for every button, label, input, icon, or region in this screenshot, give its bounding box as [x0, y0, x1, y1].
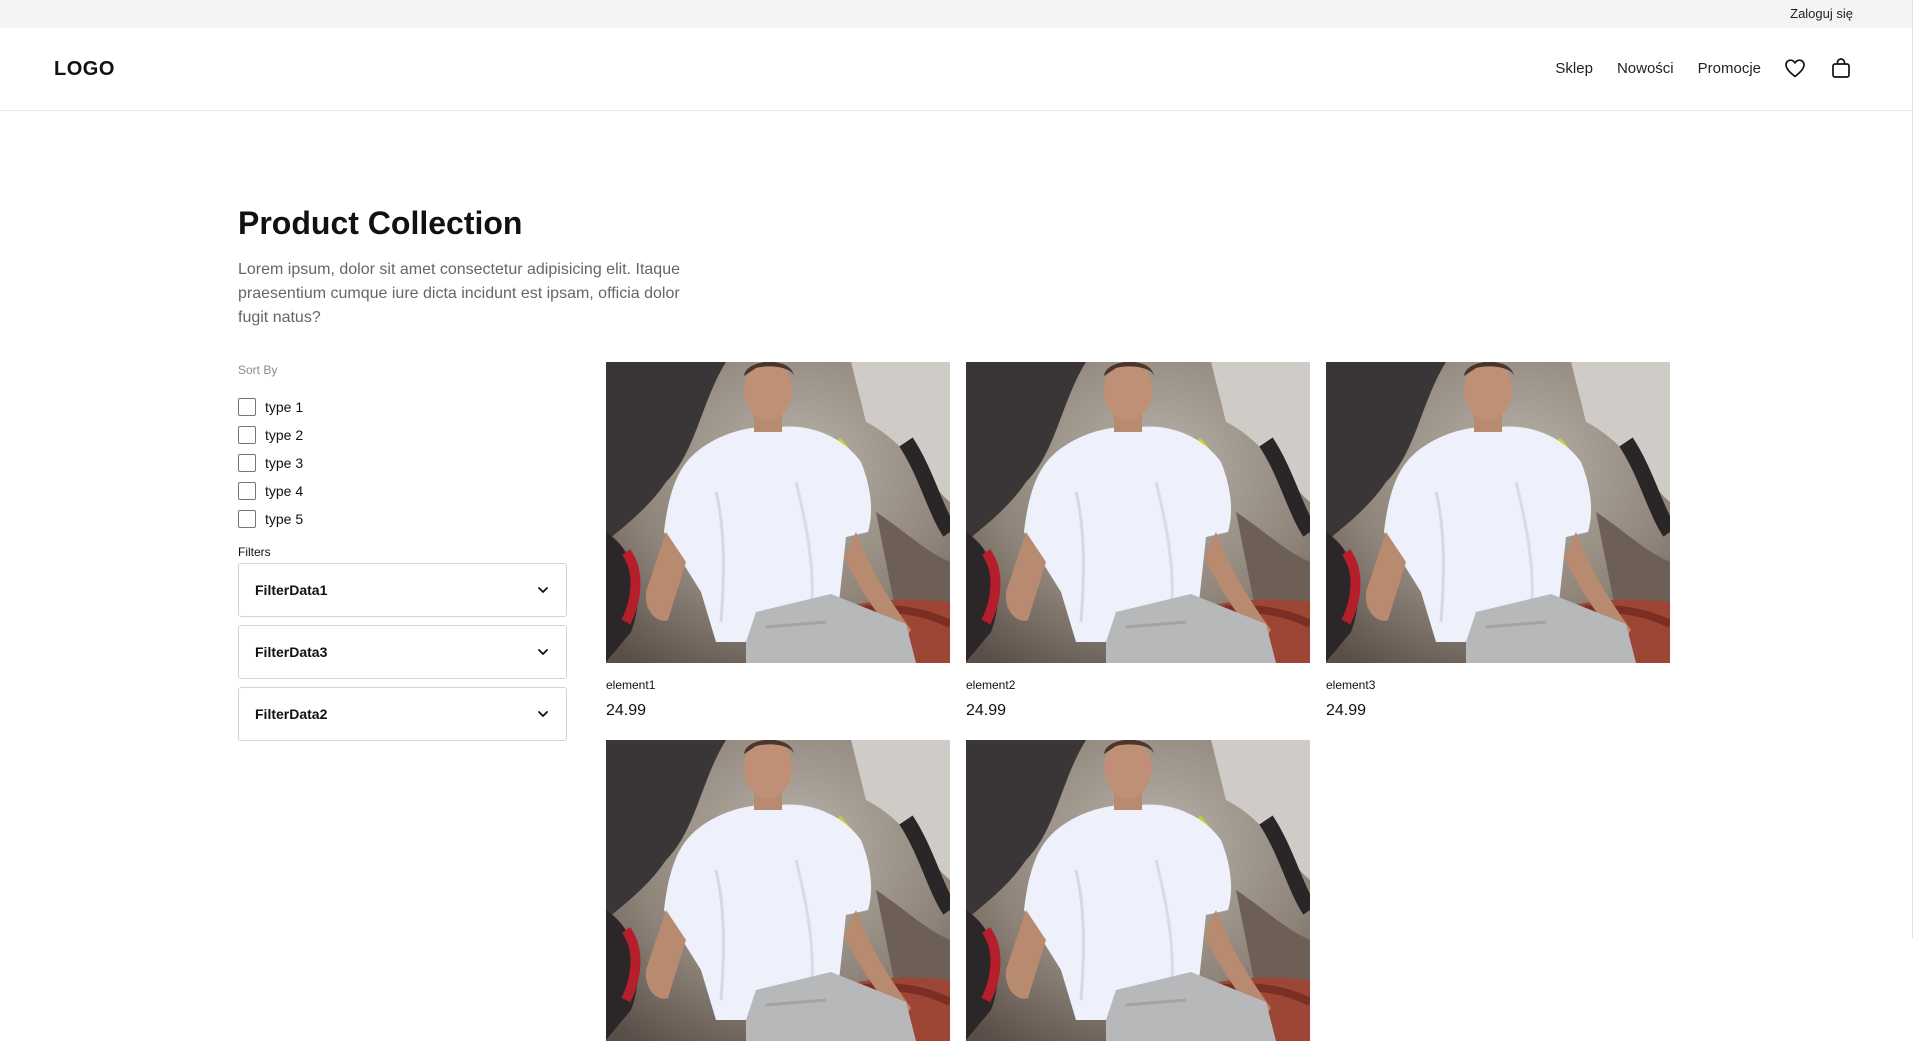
- filters-list: FilterData1 FilterData3 FilterData2: [238, 563, 567, 749]
- filter-label: FilterData1: [255, 582, 328, 598]
- product-card[interactable]: [966, 740, 1310, 1041]
- sort-option-label: type 4: [265, 483, 304, 499]
- page-description: Lorem ipsum, dolor sit amet consectetur …: [238, 261, 680, 326]
- heart-icon[interactable]: [1783, 56, 1807, 80]
- product-image[interactable]: [966, 740, 1310, 1041]
- checkbox[interactable]: [238, 454, 256, 472]
- nav-link-sklep[interactable]: Sklep: [1555, 60, 1593, 77]
- filters-label: Filters: [238, 545, 271, 559]
- nav-link-promocje[interactable]: Promocje: [1698, 60, 1761, 77]
- checkbox[interactable]: [238, 482, 256, 500]
- chevron-down-icon: [536, 707, 550, 721]
- filter-dropdown-2[interactable]: FilterData3: [238, 625, 567, 679]
- filter-dropdown-1[interactable]: FilterData1: [238, 563, 567, 617]
- chevron-down-icon: [536, 645, 550, 659]
- checkbox[interactable]: [238, 426, 256, 444]
- sort-options: type 1 type 2 type 3 type 4 type 5: [238, 393, 303, 533]
- sort-option-label: type 3: [265, 455, 304, 471]
- product-card[interactable]: element1 24.99: [606, 362, 950, 720]
- nav-link-nowosci[interactable]: Nowości: [1617, 60, 1674, 77]
- sort-option-label: type 2: [265, 427, 304, 443]
- chevron-down-icon: [536, 583, 550, 597]
- sort-option-type-2[interactable]: type 2: [238, 421, 303, 449]
- product-card[interactable]: element3 24.99: [1326, 362, 1670, 720]
- product-price: 24.99: [966, 702, 1007, 719]
- sort-option-type-3[interactable]: type 3: [238, 449, 303, 477]
- shopping-bag-icon[interactable]: [1829, 56, 1853, 80]
- product-image[interactable]: [966, 362, 1310, 663]
- login-link[interactable]: Zaloguj się: [1790, 6, 1853, 21]
- filter-label: FilterData2: [255, 706, 328, 722]
- product-image[interactable]: [606, 740, 950, 1041]
- product-price: 24.99: [1326, 702, 1367, 719]
- sort-option-label: type 1: [265, 399, 304, 415]
- sort-option-label: type 5: [265, 511, 304, 527]
- sort-by-label: Sort By: [238, 363, 278, 377]
- product-image[interactable]: [1326, 362, 1670, 663]
- logo[interactable]: LOGO: [54, 58, 115, 81]
- main-nav: Sklep Nowości Promocje: [1531, 56, 1853, 80]
- product-image[interactable]: [606, 362, 950, 663]
- checkbox[interactable]: [238, 510, 256, 528]
- product-name: element1: [606, 678, 656, 692]
- product-name: element2: [966, 678, 1016, 692]
- checkbox[interactable]: [238, 398, 256, 416]
- sort-option-type-4[interactable]: type 4: [238, 477, 303, 505]
- product-name: element3: [1326, 678, 1376, 692]
- top-bar: Zaloguj się: [0, 0, 1913, 28]
- filter-dropdown-3[interactable]: FilterData2: [238, 687, 567, 741]
- sort-option-type-5[interactable]: type 5: [238, 505, 303, 533]
- sort-option-type-1[interactable]: type 1: [238, 393, 303, 421]
- product-price: 24.99: [606, 702, 647, 719]
- site-header: LOGO Sklep Nowości Promocje: [0, 28, 1913, 111]
- filter-label: FilterData3: [255, 644, 328, 660]
- product-card[interactable]: element2 24.99: [966, 362, 1310, 720]
- product-card[interactable]: [606, 740, 950, 1041]
- page-title: Product Collection: [238, 205, 523, 241]
